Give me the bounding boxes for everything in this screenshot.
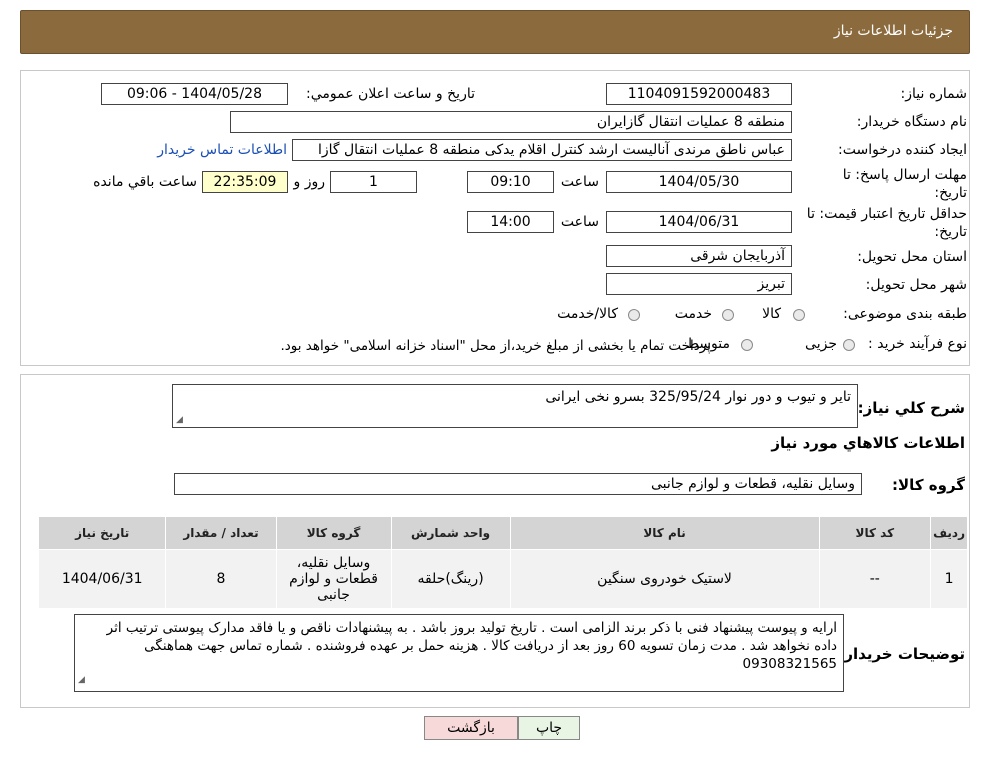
table-row: 1 -- لاستیک خودروی سنگین (رینگ)حلقه وسای… <box>37 549 968 609</box>
col-quantity: تعداد / مقدار <box>165 516 277 550</box>
reply-deadline-label: مهلت ارسال پاسخ: تا تاریخ: <box>842 167 967 201</box>
col-item-name: نام کالا <box>509 516 820 550</box>
col-item-code: کد کالا <box>818 516 932 550</box>
category-option-service: خدمت <box>674 306 712 322</box>
goods-group-field: وسایل نقلیه، قطعات و لوازم جانبی <box>174 473 862 495</box>
process-radio-medium[interactable] <box>741 339 753 351</box>
city-label: شهر محل تحویل: <box>865 277 967 293</box>
items-table: ردیف کد کالا نام کالا واحد شمارش گروه کا… <box>37 516 968 609</box>
remaining-label: ساعت باقي مانده <box>93 174 197 190</box>
reply-time-field: 09:10 <box>467 171 554 193</box>
remaining-time-field: 22:35:09 <box>202 171 288 193</box>
category-option-goods: کالا <box>762 306 781 322</box>
buyer-notes-label: توضیحات خریدار: <box>838 645 965 663</box>
province-field: آذربایجان شرقی <box>606 245 792 267</box>
page-header: جزئیات اطلاعات نیاز <box>20 10 970 54</box>
cell-group: وسایل نقلیه، قطعات و لوازم جانبی <box>275 549 392 609</box>
buyer-contact-link[interactable]: اطلاعات تماس خریدار <box>157 142 287 158</box>
category-label: طبقه بندی موضوعی: <box>843 306 967 322</box>
reply-time-label: ساعت <box>560 174 599 190</box>
buyer-notes-textarea: ارایه و پیوست پیشنهاد فنی با ذکر برند ال… <box>74 614 844 692</box>
price-time-field: 14:00 <box>467 211 554 233</box>
category-option-goods-service: کالا/خدمت <box>557 306 618 322</box>
goods-info-title: اطلاعات کالاهاي مورد نیاز <box>771 434 965 452</box>
price-date-field: 1404/06/31 <box>606 211 792 233</box>
announce-field: 1404/05/28 - 09:06 <box>101 83 288 105</box>
resize-grip-icon[interactable]: ◢ <box>176 415 183 425</box>
province-label: استان محل تحویل: <box>857 249 967 265</box>
cell-row-number: 1 <box>930 549 968 609</box>
creator-field: عباس ناطق مرندی آنالیست ارشد کنترل اقلام… <box>292 139 792 161</box>
category-radio-goods[interactable] <box>793 309 805 321</box>
cell-unit: (رینگ)حلقه <box>390 549 511 609</box>
description-label: شرح کلي نیاز: <box>857 399 965 417</box>
process-note: پرداخت تمام یا بخشی از مبلغ خرید،از محل … <box>280 338 711 354</box>
category-radio-goods-service[interactable] <box>628 309 640 321</box>
days-label: روز و <box>293 174 326 190</box>
cell-quantity: 8 <box>165 549 277 609</box>
goods-group-label: گروه کالا: <box>892 476 965 494</box>
col-row-number: ردیف <box>930 516 968 550</box>
need-number-field: 1104091592000483 <box>606 83 792 105</box>
price-time-label: ساعت <box>560 214 599 230</box>
need-number-label: شماره نیاز: <box>900 86 968 102</box>
process-option-minor: جزیی <box>805 336 837 352</box>
process-label: نوع فرآیند خرید : <box>868 336 967 352</box>
buyer-org-label: نام دستگاه خریدار: <box>856 114 967 130</box>
print-button[interactable]: چاپ <box>518 716 580 740</box>
cell-item-code: -- <box>818 549 932 609</box>
process-radio-minor[interactable] <box>843 339 855 351</box>
cell-item-name: لاستیک خودروی سنگین <box>509 549 820 609</box>
back-button[interactable]: بازگشت <box>424 716 518 740</box>
buyer-org-field: منطقه 8 عملیات انتقال گازایران <box>230 111 792 133</box>
city-field: تبریز <box>606 273 792 295</box>
description-textarea: تایر و تیوب و دور نوار 325/95/24 بسرو نخ… <box>172 384 858 428</box>
creator-label: ایجاد کننده درخواست: <box>838 142 967 158</box>
col-unit: واحد شمارش <box>390 516 511 550</box>
description-text: تایر و تیوب و دور نوار 325/95/24 بسرو نخ… <box>545 389 851 405</box>
days-field: 1 <box>330 171 417 193</box>
reply-date-field: 1404/05/30 <box>606 171 792 193</box>
col-group: گروه کالا <box>275 516 392 550</box>
announce-label: تاریخ و ساعت اعلان عمومي: <box>306 86 475 102</box>
col-need-date: تاریخ نیاز <box>37 516 167 550</box>
resize-grip-icon[interactable]: ◢ <box>78 671 85 689</box>
category-radio-service[interactable] <box>722 309 734 321</box>
cell-need-date: 1404/06/31 <box>37 549 167 609</box>
buyer-notes-text: ارایه و پیوست پیشنهاد فنی با ذکر برند ال… <box>106 620 837 672</box>
table-header-row: ردیف کد کالا نام کالا واحد شمارش گروه کا… <box>37 516 968 550</box>
page-title: جزئیات اطلاعات نیاز <box>833 23 953 39</box>
price-validity-label: حداقل تاریخ اعتبار قیمت: تا تاریخ: <box>806 206 967 240</box>
